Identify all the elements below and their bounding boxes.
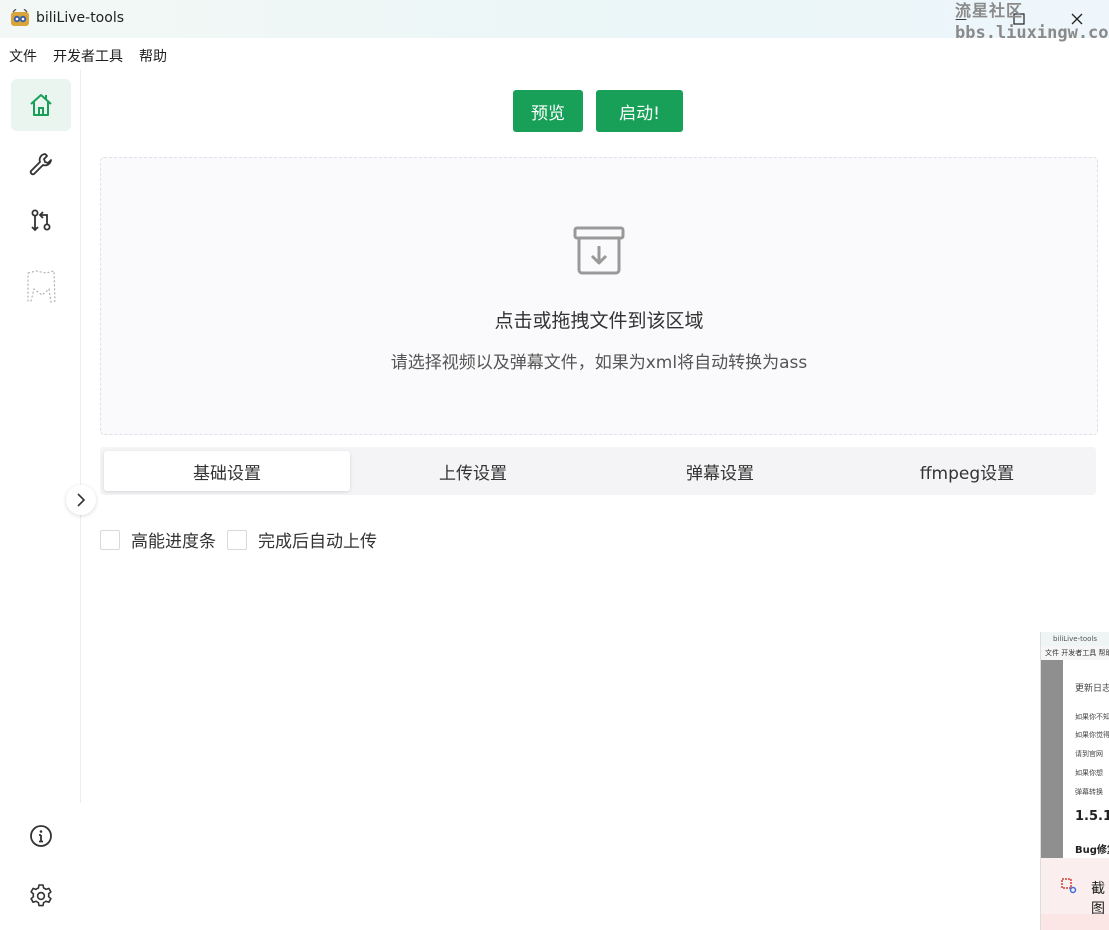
dotted-shape-icon	[27, 270, 56, 303]
scissors-icon	[1061, 878, 1077, 894]
sidebar-item-home[interactable]	[11, 79, 71, 131]
settings-gear-icon	[30, 884, 52, 907]
preview-button[interactable]: 预览	[513, 90, 583, 132]
app-logo-icon	[11, 9, 29, 26]
watermark-line1: 流星社区	[955, 1, 1024, 20]
menu-bar: 文件 开发者工具 帮助	[0, 42, 175, 68]
menu-help[interactable]: 帮助	[131, 42, 175, 68]
thumbnail-snip-bar: 截图	[1041, 858, 1109, 917]
thumbnail-sidebar	[1041, 660, 1063, 890]
snip-label: 截图	[1091, 881, 1105, 917]
thumbnail-line: 如果你想	[1075, 769, 1103, 777]
chevron-right-icon	[77, 493, 86, 507]
sidebar-item-settings[interactable]	[11, 870, 71, 922]
start-button[interactable]: 启动!	[596, 90, 683, 132]
thumbnail-bug: Bug修复	[1075, 845, 1109, 856]
thumbnail-line: 更新日志	[1075, 684, 1109, 694]
thumbnail-version: 1.5.1	[1075, 809, 1109, 824]
sidebar-item-compare[interactable]	[11, 194, 71, 246]
sidebar-item-extra[interactable]	[11, 260, 71, 312]
thumbnail-menu: 文件 开发者工具 帮助	[1045, 649, 1109, 657]
thumbnail-line: 如果你觉得	[1075, 731, 1109, 739]
thumbnail-bottom	[1041, 914, 1109, 930]
sidebar-divider	[80, 70, 81, 803]
sidebar-collapse-button[interactable]	[66, 485, 96, 515]
tab-danmaku-settings[interactable]: 弹幕设置	[597, 451, 843, 491]
menu-developer-tools[interactable]: 开发者工具	[45, 42, 131, 68]
home-icon	[30, 94, 52, 116]
tab-basic-settings[interactable]: 基础设置	[104, 451, 350, 491]
file-upload-dropzone[interactable]: 点击或拖拽文件到该区域 请选择视频以及弹幕文件，如果为xml将自动转换为ass	[100, 157, 1098, 435]
git-compare-icon	[31, 209, 51, 232]
watermark-line2: bbs.liuxingw.com	[955, 23, 1109, 43]
option-highlight-progress[interactable]: 高能进度条	[100, 527, 216, 552]
wrench-icon	[29, 153, 52, 176]
highlight-progress-label: 高能进度条	[131, 532, 216, 552]
window-title: biliLive-tools	[36, 10, 124, 26]
sidebar-item-tools[interactable]	[11, 138, 71, 190]
tab-ffmpeg-settings[interactable]: ffmpeg设置	[844, 451, 1090, 491]
watermark: 流星社区 bbs.liuxingw.com	[955, 0, 1109, 44]
thumbnail-title: biliLive-tools	[1041, 632, 1109, 646]
dropzone-title: 点击或拖拽文件到该区域	[494, 310, 704, 332]
auto-upload-checkbox[interactable]	[227, 529, 247, 550]
settings-tabs: 基础设置 上传设置 弹幕设置 ffmpeg设置	[100, 447, 1096, 495]
thumbnail-line: 请到官网	[1075, 750, 1103, 758]
option-auto-upload[interactable]: 完成后自动上传	[227, 527, 377, 552]
auto-upload-label: 完成后自动上传	[258, 532, 377, 552]
title-bar: biliLive-tools —	[0, 0, 1109, 38]
tab-upload-settings[interactable]: 上传设置	[350, 451, 596, 491]
sidebar-item-about[interactable]	[11, 810, 71, 862]
archive-download-icon	[573, 226, 625, 275]
thumbnail-line: 弹幕转换	[1075, 788, 1103, 796]
menu-file[interactable]: 文件	[0, 42, 45, 68]
info-icon	[30, 825, 52, 847]
highlight-progress-checkbox[interactable]	[100, 529, 120, 550]
dropzone-subtitle: 请选择视频以及弹幕文件，如果为xml将自动转换为ass	[390, 353, 808, 373]
screenshot-thumbnail[interactable]: biliLive-tools 文件 开发者工具 帮助 更新日志 如果你不知 如果…	[1040, 632, 1109, 930]
thumbnail-line: 如果你不知	[1075, 713, 1109, 721]
